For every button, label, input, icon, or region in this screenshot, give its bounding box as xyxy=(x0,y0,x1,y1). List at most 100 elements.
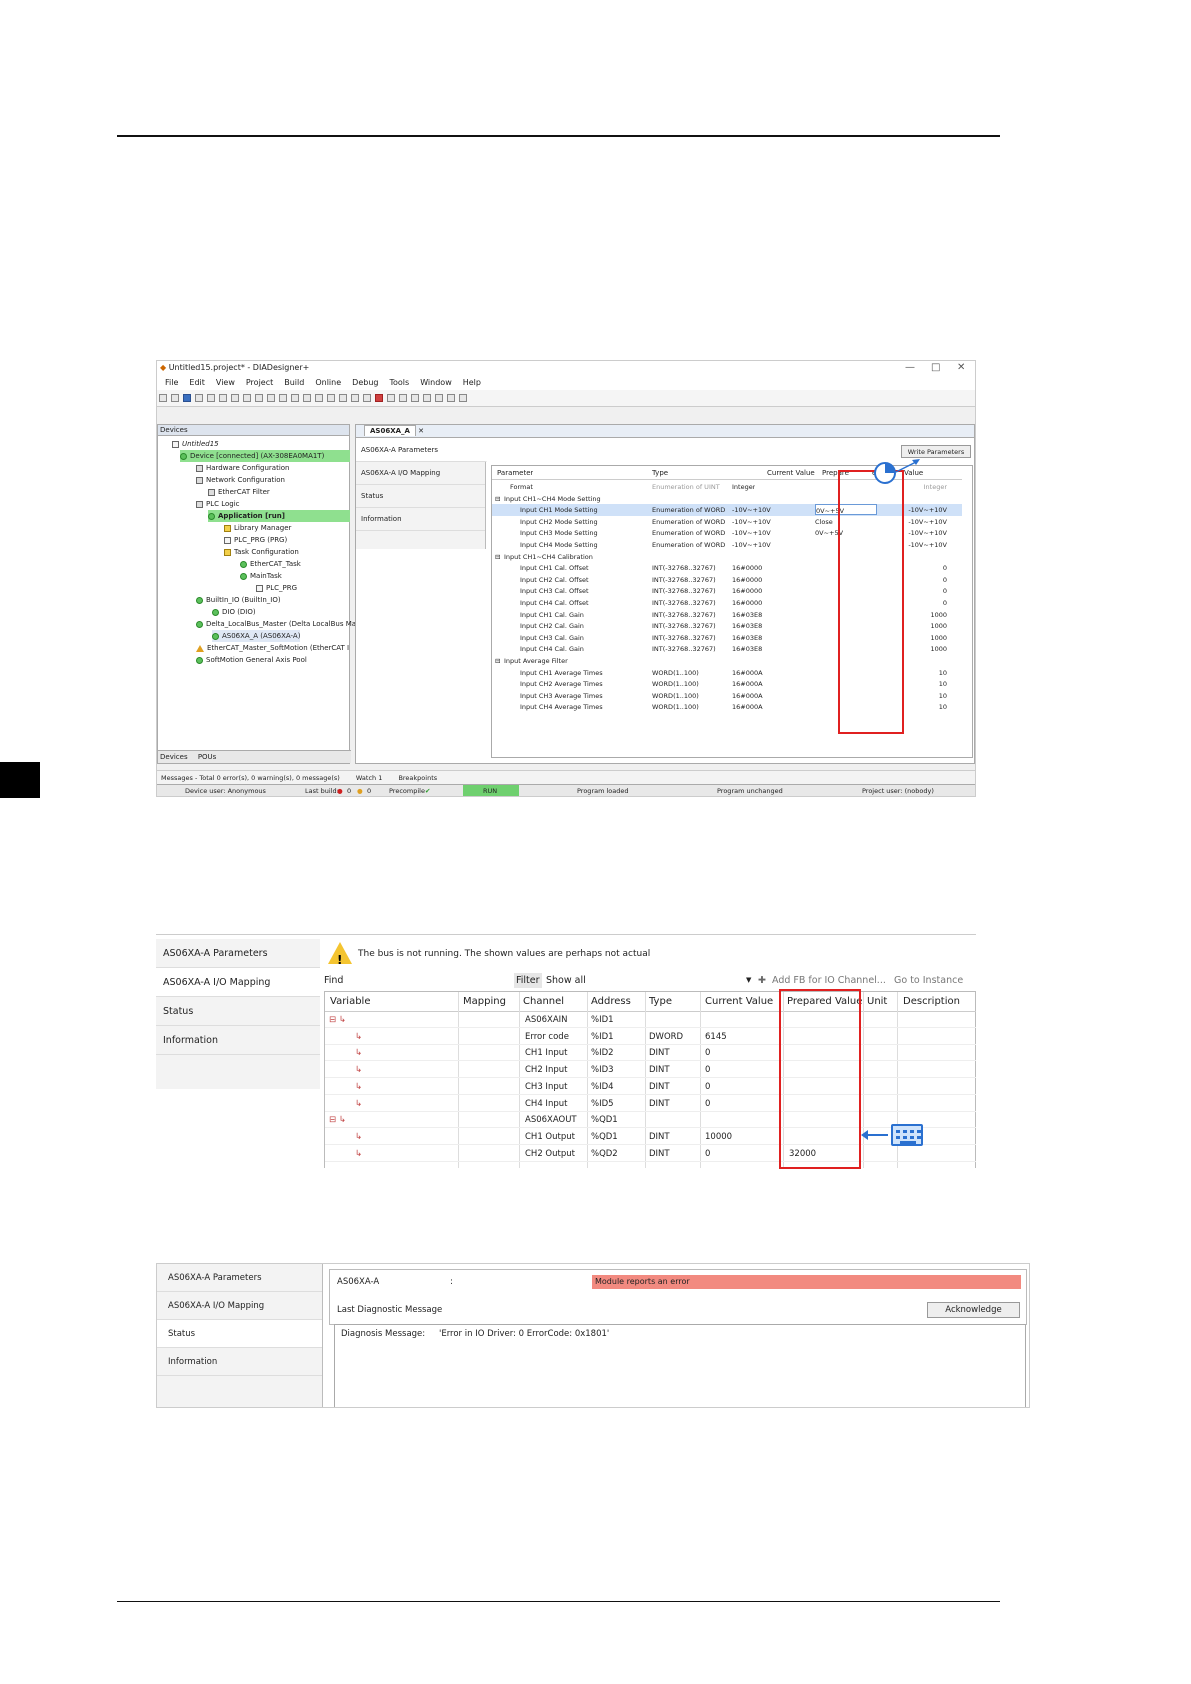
tree-node-project[interactable]: Untitled15 xyxy=(172,438,219,450)
messages-tab[interactable]: Messages - Total 0 error(s), 0 warning(s… xyxy=(157,774,340,782)
delete-icon[interactable] xyxy=(267,394,275,402)
tree-node-as06xa[interactable]: AS06XA_A (AS06XA-A) xyxy=(212,630,301,642)
nav-information[interactable]: Information xyxy=(156,1026,320,1055)
build-icon[interactable] xyxy=(315,394,323,402)
tree-node-hardware-config[interactable]: Hardware Configuration xyxy=(196,462,290,474)
add-fb-button[interactable]: Add FB for IO Channel... xyxy=(772,973,886,988)
col-mapping[interactable]: Mapping xyxy=(463,992,506,1012)
nav-information[interactable]: Information xyxy=(356,508,485,531)
tree-node-axis-pool[interactable]: SoftMotion General Axis Pool xyxy=(196,654,307,666)
nav-status[interactable]: Status xyxy=(156,997,320,1026)
io-channel-row[interactable]: ↳ CH2 Input %ID3 DINT 0 xyxy=(325,1062,976,1079)
cut-icon[interactable] xyxy=(231,394,239,402)
nav-parameters[interactable]: AS06XA-A Parameters xyxy=(156,939,320,968)
new-icon[interactable] xyxy=(159,394,167,402)
menu-edit[interactable]: Edit xyxy=(189,375,205,390)
nav-parameters[interactable]: AS06XA-A Parameters xyxy=(356,439,487,462)
col-address[interactable]: Address xyxy=(591,992,631,1012)
acknowledge-button[interactable]: Acknowledge xyxy=(927,1302,1020,1318)
step-icon[interactable] xyxy=(399,394,407,402)
replace-icon[interactable] xyxy=(291,394,299,402)
start-icon[interactable] xyxy=(363,394,371,402)
find-icon[interactable] xyxy=(279,394,287,402)
nav-io-mapping[interactable]: AS06XA-A I/O Mapping xyxy=(356,462,485,485)
col-unit[interactable]: Unit xyxy=(867,992,887,1012)
breakpoints-tab[interactable]: Breakpoints xyxy=(398,774,437,782)
menu-online[interactable]: Online xyxy=(315,375,341,390)
nav-io-mapping[interactable]: AS06XA-A I/O Mapping xyxy=(156,968,320,997)
nav-status[interactable]: Status xyxy=(356,485,485,508)
bookmark-icon[interactable] xyxy=(303,394,311,402)
open-icon[interactable] xyxy=(171,394,179,402)
watch-tab[interactable]: Watch 1 xyxy=(356,774,382,782)
restore-icon[interactable]: □ xyxy=(931,361,940,375)
minimize-icon[interactable]: — xyxy=(905,361,915,375)
menu-window[interactable]: Window xyxy=(420,375,452,390)
col-current-value[interactable]: Current Value xyxy=(705,992,773,1012)
print-icon[interactable] xyxy=(195,394,203,402)
io-group-row[interactable]: ⊟ ↳ AS06XAIN %ID1 xyxy=(325,1012,976,1028)
nav-io-mapping[interactable]: AS06XA-A I/O Mapping xyxy=(157,1292,322,1320)
tab-close-icon[interactable]: ✕ xyxy=(418,427,424,435)
io-channel-row[interactable]: ↳ CH1 Output %QD1 DINT 10000 xyxy=(325,1129,976,1145)
menu-tools[interactable]: Tools xyxy=(389,375,409,390)
reset-icon[interactable] xyxy=(387,394,395,402)
col-description[interactable]: Description xyxy=(903,992,960,1012)
tree-node-ethercat-master[interactable]: EtherCAT_Master_SoftMotion (EtherCAT I xyxy=(196,642,349,654)
watch-icon[interactable] xyxy=(447,394,455,402)
step-into-icon[interactable] xyxy=(411,394,419,402)
io-channel-row[interactable]: ↳ Error code %ID1 DWORD 6145 xyxy=(325,1029,976,1045)
io-group-row[interactable]: ⊟ ↳ AS06XAOUT %QD1 xyxy=(325,1112,976,1129)
monitor-icon[interactable] xyxy=(459,394,467,402)
tab-pous[interactable]: POUs xyxy=(198,753,217,761)
go-to-instance-button[interactable]: Go to Instance xyxy=(894,973,963,988)
param-prepared-value[interactable]: Close xyxy=(815,516,833,528)
expand-icon[interactable]: ⊟ xyxy=(495,551,500,563)
login-icon[interactable] xyxy=(339,394,347,402)
menu-file[interactable]: File xyxy=(165,375,178,390)
save-icon[interactable] xyxy=(183,394,191,402)
io-channel-row[interactable]: ↳ CH4 Input %ID5 DINT 0 xyxy=(325,1096,976,1112)
menu-help[interactable]: Help xyxy=(463,375,481,390)
find-label[interactable]: Find xyxy=(324,973,343,988)
nav-information[interactable]: Information xyxy=(157,1348,322,1376)
col-parameter[interactable]: Parameter xyxy=(497,466,533,480)
tree-node-plc-logic[interactable]: PLC Logic xyxy=(196,498,240,510)
tree-node-library-manager[interactable]: Library Manager xyxy=(224,522,291,534)
col-variable[interactable]: Variable xyxy=(330,992,371,1012)
menu-debug[interactable]: Debug xyxy=(352,375,378,390)
tree-node-ethercat-task[interactable]: EtherCAT_Task xyxy=(240,558,301,570)
io-channel-row[interactable]: ↳ CH3 Input %ID4 DINT 0 xyxy=(325,1079,976,1095)
tab-devices[interactable]: Devices xyxy=(160,753,188,761)
nav-parameters[interactable]: AS06XA-A Parameters xyxy=(157,1264,322,1292)
expand-icon[interactable]: ⊟ xyxy=(495,655,500,667)
tree-node-ethercat-filter[interactable]: EtherCAT Filter xyxy=(208,486,270,498)
close-icon[interactable]: ✕ xyxy=(957,361,965,375)
step-out-icon[interactable] xyxy=(423,394,431,402)
tree-node-application[interactable]: Application [run] xyxy=(208,510,350,522)
copy-icon[interactable] xyxy=(243,394,251,402)
io-channel-row[interactable]: ↳ CH2 Output %QD2 DINT 0 32000 xyxy=(325,1146,976,1162)
editor-tab-as06xa[interactable]: AS06XA_A xyxy=(364,425,416,436)
rebuild-icon[interactable] xyxy=(327,394,335,402)
menu-project[interactable]: Project xyxy=(246,375,273,390)
menu-build[interactable]: Build xyxy=(284,375,304,390)
redo-icon[interactable] xyxy=(219,394,227,402)
io-channel-row[interactable]: ↳ CH1 Input %ID2 DINT 0 xyxy=(325,1045,976,1062)
col-channel[interactable]: Channel xyxy=(523,992,564,1012)
col-current-value[interactable]: Current Value xyxy=(767,466,815,480)
stop-icon[interactable] xyxy=(375,394,383,402)
filter-dropdown-icon[interactable]: ▼ xyxy=(746,973,751,988)
filter-select[interactable]: Show all xyxy=(546,973,586,988)
tree-node-dio[interactable]: DIO (DIO) xyxy=(212,606,256,618)
tree-node-network-config[interactable]: Network Configuration xyxy=(196,474,285,486)
expand-icon[interactable]: ⊟ xyxy=(495,493,500,505)
logout-icon[interactable] xyxy=(351,394,359,402)
tree-node-device[interactable]: Device [connected] (AX-308EA0MA1T) xyxy=(180,450,350,462)
menu-view[interactable]: View xyxy=(216,375,235,390)
col-type[interactable]: Type xyxy=(652,466,668,480)
tree-node-plc-prg[interactable]: PLC_PRG (PRG) xyxy=(224,534,287,546)
tree-node-maintask[interactable]: MainTask xyxy=(240,570,282,582)
undo-icon[interactable] xyxy=(207,394,215,402)
paste-icon[interactable] xyxy=(255,394,263,402)
